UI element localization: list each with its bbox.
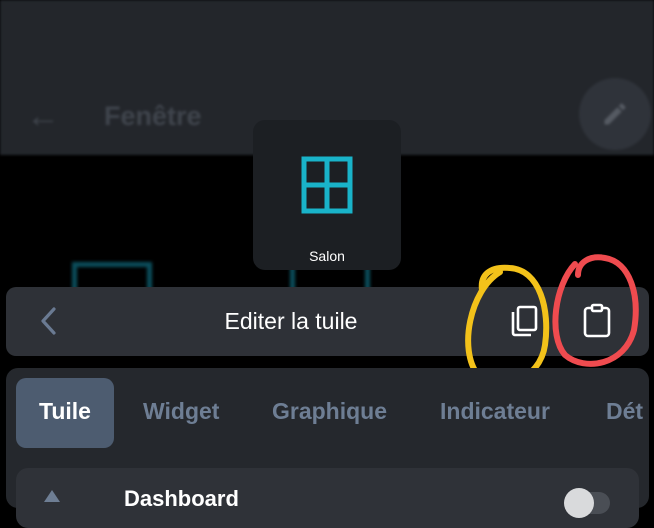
toggle-knob: [564, 488, 594, 518]
settings-row[interactable]: Dashboard: [16, 468, 639, 528]
tab-widget[interactable]: Widget: [143, 378, 219, 448]
editor-title: Editer la tuile: [224, 308, 358, 334]
tile-preview: Salon: [253, 120, 401, 270]
copy-icon[interactable]: [506, 303, 542, 339]
arrow-left-icon: ←: [26, 97, 60, 135]
edit-fab-button: [579, 78, 651, 150]
toggle-switch[interactable]: [564, 488, 610, 518]
tab-details[interactable]: Dét: [606, 378, 643, 448]
tab-bar: Tuile Widget Graphique Indicateur Dét: [16, 378, 654, 448]
clipboard-icon[interactable]: [579, 301, 615, 339]
tab-indicateur[interactable]: Indicateur: [440, 378, 550, 448]
window-icon: [301, 156, 353, 214]
settings-row-label: Dashboard: [124, 486, 239, 511]
tab-tuile[interactable]: Tuile: [16, 378, 114, 448]
editor-panel: Tuile Widget Graphique Indicateur Dét Da…: [6, 368, 649, 528]
tile-label: Salon: [309, 248, 345, 264]
pencil-icon: [604, 103, 626, 125]
background-title: Fenêtre: [104, 101, 202, 131]
editor-header: Editer la tuile: [6, 287, 649, 356]
triangle-icon: [44, 490, 60, 502]
chevron-left-icon[interactable]: [34, 305, 66, 337]
tab-graphique[interactable]: Graphique: [272, 378, 387, 448]
